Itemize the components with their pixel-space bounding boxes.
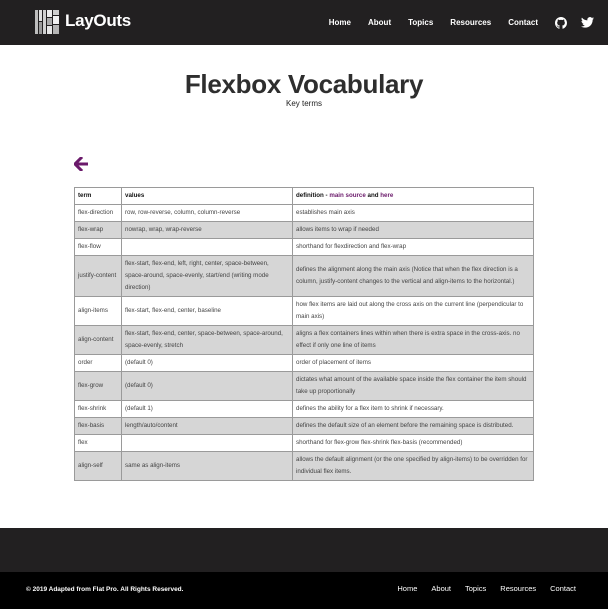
table-row: flex shorthand for flex-grow flex-shrink… bbox=[74, 434, 534, 452]
values-cell: (default 1) bbox=[121, 400, 293, 418]
definition-cell: allows items to wrap if needed bbox=[292, 221, 534, 239]
here-link[interactable]: here bbox=[380, 192, 393, 199]
values-cell: (default 0) bbox=[121, 371, 293, 401]
table-row: flex-wrap nowrap, wrap, wrap-reverse all… bbox=[74, 221, 534, 239]
nav-topics[interactable]: Topics bbox=[408, 18, 433, 27]
term-cell: flex-wrap bbox=[74, 221, 122, 239]
table-row: align-self same as align-items allows th… bbox=[74, 451, 534, 481]
definition-cell: allows the default alignment (or the one… bbox=[292, 451, 534, 481]
footer-nav-topics[interactable]: Topics bbox=[465, 584, 486, 593]
twitter-icon[interactable] bbox=[581, 17, 594, 28]
definition-cell: defines the alignment along the main axi… bbox=[292, 255, 534, 297]
values-cell: flex-start, flex-end, center, baseline bbox=[121, 296, 293, 326]
table-row: flex-flow shorthand for flexdirection an… bbox=[74, 238, 534, 256]
back-arrow-icon[interactable] bbox=[74, 157, 88, 171]
footer-nav-contact[interactable]: Contact bbox=[550, 584, 576, 593]
top-navbar: LayOuts Home About Topics Resources Cont… bbox=[0, 0, 608, 45]
definition-cell: shorthand for flexdirection and flex-wra… bbox=[292, 238, 534, 256]
values-cell: (default 0) bbox=[121, 354, 293, 372]
definition-cell: order of placement of items bbox=[292, 354, 534, 372]
definition-cell: shorthand for flex-grow flex-shrink flex… bbox=[292, 434, 534, 452]
values-cell: flex-start, flex-end, center, space-betw… bbox=[121, 325, 293, 355]
term-cell: flex-grow bbox=[74, 371, 122, 401]
values-cell: row, row-reverse, column, column-reverse bbox=[121, 204, 293, 222]
main-nav: Home About Topics Resources Contact bbox=[329, 0, 598, 45]
definition-cell: aligns a flex containers lines within wh… bbox=[292, 325, 534, 355]
definition-cell: dictates what amount of the available sp… bbox=[292, 371, 534, 401]
nav-resources[interactable]: Resources bbox=[450, 18, 491, 27]
layout-grid-logo[interactable] bbox=[34, 9, 60, 35]
values-cell: flex-start, flex-end, left, right, cente… bbox=[121, 255, 293, 297]
term-cell: flex-direction bbox=[74, 204, 122, 222]
term-cell: flex bbox=[74, 434, 122, 452]
footer-nav-home[interactable]: Home bbox=[397, 584, 417, 593]
term-cell: flex-shrink bbox=[74, 400, 122, 418]
brand-name[interactable]: LayOuts bbox=[65, 11, 131, 31]
page-subtitle: Key terms bbox=[285, 99, 322, 108]
nav-contact[interactable]: Contact bbox=[508, 18, 538, 27]
header-and-text: and bbox=[365, 192, 381, 199]
copyright-text: © 2019 Adapted from Flat Pro. All Rights… bbox=[26, 586, 184, 593]
nav-about[interactable]: About bbox=[368, 18, 391, 27]
header-definition-label: definition - bbox=[296, 192, 330, 199]
definition-cell: defines the default size of an element b… bbox=[292, 417, 534, 435]
table-row: align-items flex-start, flex-end, center… bbox=[74, 296, 534, 326]
term-cell: align-items bbox=[74, 296, 122, 326]
footer-nav-resources[interactable]: Resources bbox=[500, 584, 536, 593]
table-header-row: term values definition - main source and… bbox=[74, 187, 534, 205]
table-row: flex-shrink (default 1) defines the abil… bbox=[74, 400, 534, 418]
table-row: flex-direction row, row-reverse, column,… bbox=[74, 204, 534, 222]
values-cell: length/auto/content bbox=[121, 417, 293, 435]
footer-nav: Home About Topics Resources Contact bbox=[383, 584, 576, 593]
term-cell: order bbox=[74, 354, 122, 372]
page-title: Flexbox Vocabulary bbox=[184, 69, 424, 99]
footer-nav-about[interactable]: About bbox=[431, 584, 451, 593]
term-cell: justify-content bbox=[74, 255, 122, 297]
term-cell: flex-basis bbox=[74, 417, 122, 435]
definition-cell: establishes main axis bbox=[292, 204, 534, 222]
values-cell bbox=[121, 238, 293, 256]
nav-home[interactable]: Home bbox=[329, 18, 351, 27]
table-row: flex-grow (default 0) dictates what amou… bbox=[74, 371, 534, 401]
footer: © 2019 Adapted from Flat Pro. All Rights… bbox=[0, 572, 608, 609]
term-cell: align-self bbox=[74, 451, 122, 481]
header-term: term bbox=[74, 187, 122, 205]
table-row: justify-content flex-start, flex-end, le… bbox=[74, 255, 534, 297]
definition-cell: defines the ability for a flex item to s… bbox=[292, 400, 534, 418]
table-row: flex-basis length/auto/content defines t… bbox=[74, 417, 534, 435]
footer-band bbox=[0, 528, 608, 572]
vocabulary-table: term values definition - main source and… bbox=[74, 187, 534, 481]
values-cell: same as align-items bbox=[121, 451, 293, 481]
table-row: order (default 0) order of placement of … bbox=[74, 354, 534, 372]
definition-cell: how flex items are laid out along the cr… bbox=[292, 296, 534, 326]
values-cell: nowrap, wrap, wrap-reverse bbox=[121, 221, 293, 239]
term-cell: align-content bbox=[74, 325, 122, 355]
header-values: values bbox=[121, 187, 293, 205]
header-definition: definition - main source and here bbox=[292, 187, 534, 205]
term-cell: flex-flow bbox=[74, 238, 122, 256]
table-row: align-content flex-start, flex-end, cent… bbox=[74, 325, 534, 355]
github-icon[interactable] bbox=[555, 16, 567, 29]
main-source-link[interactable]: main source bbox=[329, 192, 365, 199]
values-cell bbox=[121, 434, 293, 452]
